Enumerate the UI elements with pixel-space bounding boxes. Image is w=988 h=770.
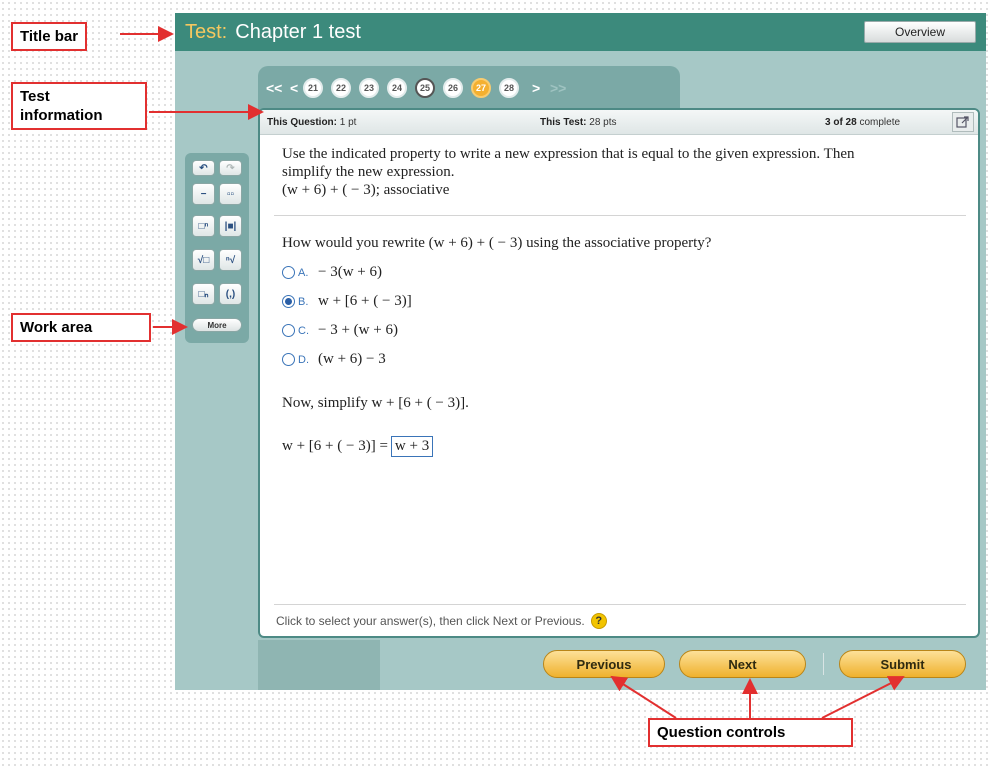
absolute-value-icon[interactable]: |■| (219, 215, 242, 237)
option-b-radio[interactable] (282, 295, 295, 308)
instruction-text: Click to select your answer(s), then cli… (276, 614, 585, 628)
option-c-radio[interactable] (282, 324, 295, 337)
callout-test-information: Test information (11, 82, 147, 130)
question-number-26[interactable]: 26 (443, 78, 463, 98)
last-question-icon[interactable]: >> (550, 80, 566, 96)
previous-button[interactable]: Previous (543, 650, 665, 678)
subscript-icon[interactable]: □ₙ (192, 283, 215, 305)
test-title: Chapter 1 test (235, 20, 361, 43)
help-icon[interactable]: ? (590, 613, 607, 629)
square-root-icon[interactable]: √□ (192, 249, 215, 271)
prompt-line-2: simplify the new expression. (282, 164, 455, 180)
option-c-text: − 3 + (w + 6) (318, 322, 398, 338)
exponent-icon[interactable]: □ⁿ (192, 215, 215, 237)
option-d-radio[interactable] (282, 353, 295, 366)
question-prompt: Use the indicated property to write a ne… (282, 145, 962, 199)
question-points-value: 1 pt (339, 117, 357, 128)
ordered-pair-icon[interactable]: (,) (219, 283, 242, 305)
answer-lhs: w + [6 + ( − 3)] = (282, 438, 388, 454)
callout-title-bar: Title bar (11, 22, 88, 51)
prompt-divider (274, 215, 966, 216)
expand-icon[interactable] (952, 112, 974, 132)
option-d-text: (w + 6) − 3 (318, 351, 386, 367)
overview-button[interactable]: Overview (864, 21, 976, 43)
option-b-letter: B. (298, 295, 309, 308)
option-d-letter: D. (298, 353, 309, 366)
more-tools-button[interactable]: More (192, 318, 242, 332)
question-number-22[interactable]: 22 (331, 78, 351, 98)
answer-input[interactable]: w + 3 (390, 436, 434, 457)
test-app: Test: Chapter 1 test Overview << < 21 22… (175, 13, 986, 690)
given-expression: (w + 6) + ( − 3); associative (282, 182, 450, 198)
question-text: How would you rewrite (w + 6) + ( − 3) u… (282, 235, 712, 251)
option-a[interactable]: A. − 3(w + 6) (282, 258, 412, 287)
footer-divider (274, 604, 966, 605)
fraction-icon[interactable]: − (192, 183, 215, 205)
question-number-24[interactable]: 24 (387, 78, 407, 98)
callout-work-area: Work area (11, 313, 151, 342)
callout-test-information-line2: information (20, 107, 103, 124)
work-area-toolbar: ↶ ↷ − ▫▫ □ⁿ |■| √□ ⁿ√ □ₙ (,) More (185, 153, 249, 343)
test-information-bar: This Question: 1 pt This Test: 28 pts 3 … (260, 110, 978, 135)
next-question-icon[interactable]: > (532, 80, 540, 96)
title-prefix: Test: (185, 20, 228, 43)
option-c[interactable]: C. − 3 + (w + 6) (282, 316, 412, 345)
next-button[interactable]: Next (679, 650, 806, 678)
option-a-radio[interactable] (282, 266, 295, 279)
question-number-21[interactable]: 21 (303, 78, 323, 98)
redo-icon[interactable]: ↷ (219, 160, 242, 176)
completion-status: 3 of 28 complete (825, 117, 900, 128)
undo-icon[interactable]: ↶ (192, 160, 215, 176)
question-points: This Question: 1 pt (267, 117, 356, 128)
option-a-letter: A. (298, 266, 309, 279)
title-bar: Test: Chapter 1 test Overview (175, 13, 986, 51)
question-number-25[interactable]: 25 (415, 78, 435, 98)
prompt-line-1: Use the indicated property to write a ne… (282, 146, 855, 162)
question-number-27[interactable]: 27 (471, 78, 491, 98)
first-question-icon[interactable]: << (266, 80, 282, 96)
question-panel: This Question: 1 pt This Test: 28 pts 3 … (258, 108, 980, 638)
test-points-value: 28 pts (589, 117, 617, 128)
submit-button[interactable]: Submit (839, 650, 966, 678)
option-b-text: w + [6 + ( − 3)] (318, 293, 412, 309)
completion-suffix: complete (859, 117, 901, 128)
question-number-28[interactable]: 28 (499, 78, 519, 98)
simplify-prompt: Now, simplify w + [6 + ( − 3)]. (282, 395, 469, 411)
option-a-text: − 3(w + 6) (318, 264, 382, 280)
answer-row: w + [6 + ( − 3)] = w + 3 (282, 436, 434, 457)
option-b[interactable]: B. w + [6 + ( − 3)] (282, 287, 412, 316)
option-c-letter: C. (298, 324, 309, 337)
instruction-hint: Click to select your answer(s), then cli… (276, 613, 607, 629)
question-points-label: This Question: (267, 117, 337, 128)
test-points-label: This Test: (540, 117, 587, 128)
question-number-23[interactable]: 23 (359, 78, 379, 98)
controls-separator (823, 653, 824, 675)
previous-question-icon[interactable]: < (290, 80, 298, 96)
mixed-number-icon[interactable]: ▫▫ (219, 183, 242, 205)
completion-count: 3 of 28 (825, 117, 857, 128)
test-points: This Test: 28 pts (540, 117, 617, 128)
callout-test-information-line1: Test (20, 88, 50, 105)
answer-options: A. − 3(w + 6) B. w + [6 + ( − 3)] C. − 3… (282, 258, 412, 374)
question-navigation: << < 21 22 23 24 25 26 27 28 > >> (258, 66, 680, 112)
nth-root-icon[interactable]: ⁿ√ (219, 249, 242, 271)
callout-question-controls: Question controls (648, 718, 853, 747)
bottom-strip (258, 640, 380, 690)
option-d[interactable]: D. (w + 6) − 3 (282, 345, 412, 374)
